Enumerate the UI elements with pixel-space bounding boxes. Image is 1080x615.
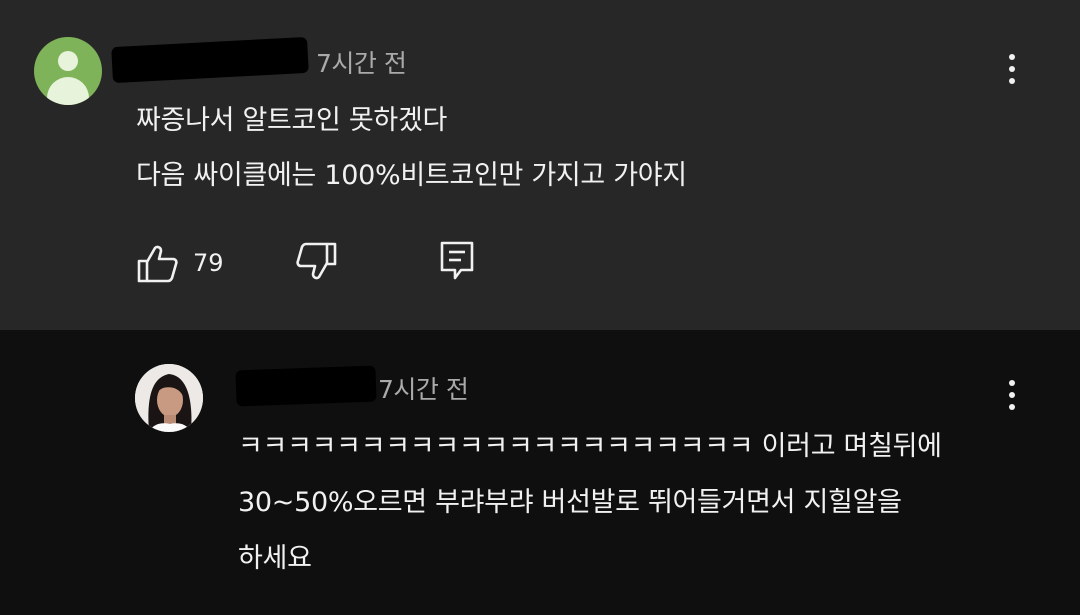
thumbs-up-icon[interactable] xyxy=(136,244,180,284)
like-count: 79 xyxy=(193,249,224,277)
reply-text-line-1: ㅋㅋㅋㅋㅋㅋㅋㅋㅋㅋㅋㅋㅋㅋㅋㅋㅋㅋㅋㅋㅋ 이러고 며칠뒤에 xyxy=(238,431,942,462)
reply-comment-icon[interactable] xyxy=(439,240,477,282)
comment-timestamp: 7시간 전 xyxy=(316,49,407,78)
avatar-body xyxy=(47,77,89,105)
more-options-icon[interactable] xyxy=(1008,380,1016,410)
profile-photo-avatar-icon[interactable] xyxy=(135,364,203,432)
user-avatar-icon[interactable] xyxy=(34,37,102,105)
comment-text-line-2: 다음 싸이클에는 100%비트코인만 가지고 가야지 xyxy=(136,160,687,191)
reply-timestamp: 7시간 전 xyxy=(378,375,469,404)
thumbs-down-icon[interactable] xyxy=(294,241,338,281)
reply-text-line-2: 30~50%오르면 부랴부랴 버선발로 뛰어들거면서 지힐알을 xyxy=(238,487,902,518)
reply-text-line-3: 하세요 xyxy=(238,543,312,574)
redacted-author-name xyxy=(235,365,377,407)
avatar-head xyxy=(58,51,78,71)
more-options-icon[interactable] xyxy=(1008,54,1016,84)
comment-text-line-1: 짜증나서 알트코인 못하겠다 xyxy=(136,105,448,136)
